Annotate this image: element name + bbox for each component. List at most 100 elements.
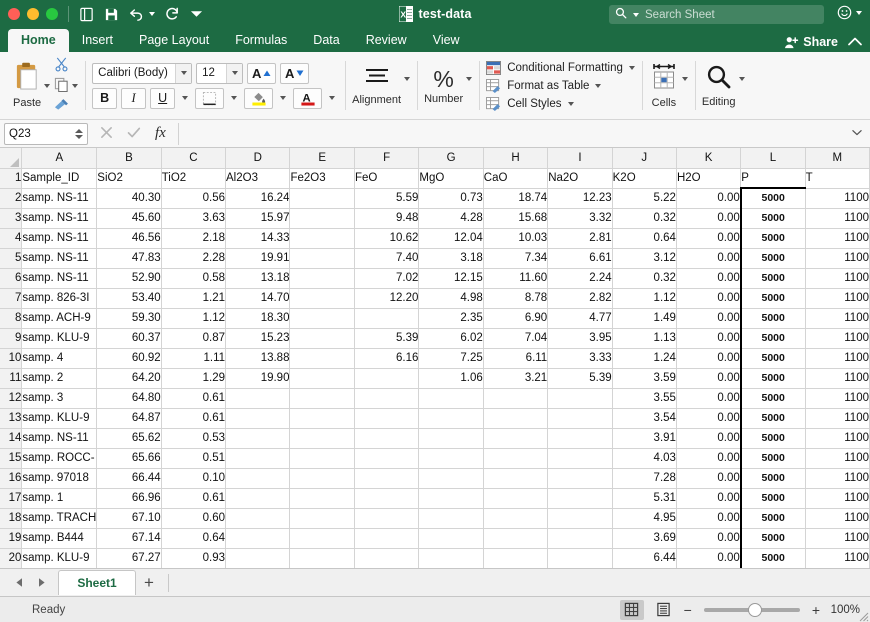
cell-L6[interactable]: 5000 bbox=[739, 268, 806, 289]
sheet-body[interactable]: 1 Sample_ID SiO2 TiO2 Al2O3 Fe2O3 FeO MgO CaO Na2… bbox=[0, 168, 870, 568]
cell-D11[interactable]: 19.90 bbox=[225, 368, 291, 389]
cell-H6[interactable]: 11.60 bbox=[483, 268, 549, 289]
cell-L11[interactable]: 5000 bbox=[739, 368, 806, 389]
cell-D14[interactable] bbox=[225, 428, 291, 449]
cell-M10[interactable]: 1100 bbox=[805, 348, 870, 369]
redo-icon[interactable] bbox=[165, 7, 180, 22]
cell-I17[interactable] bbox=[547, 488, 613, 509]
search-sheet-box[interactable] bbox=[609, 5, 824, 24]
share-button[interactable]: Share bbox=[784, 35, 838, 49]
cell-E17[interactable] bbox=[289, 488, 355, 509]
cell-F11[interactable] bbox=[354, 368, 420, 389]
cell-B4[interactable]: 46.56 bbox=[96, 228, 162, 249]
cell-M2[interactable]: 1100 bbox=[805, 188, 870, 209]
cell-M12[interactable]: 1100 bbox=[805, 388, 870, 409]
cell-H10[interactable]: 6.11 bbox=[483, 348, 549, 369]
zoom-in-button[interactable]: + bbox=[812, 603, 820, 617]
cell-E8[interactable] bbox=[289, 308, 355, 329]
cell-B11[interactable]: 64.20 bbox=[96, 368, 162, 389]
cell-I7[interactable]: 2.82 bbox=[547, 288, 613, 309]
cell-C16[interactable]: 0.10 bbox=[161, 468, 227, 489]
cell-G12[interactable] bbox=[418, 388, 484, 409]
column-header-d[interactable]: D bbox=[225, 148, 291, 169]
cell-H20[interactable] bbox=[483, 548, 549, 568]
cell-M5[interactable]: 1100 bbox=[805, 248, 870, 269]
tab-view[interactable]: View bbox=[420, 29, 473, 52]
cell-J8[interactable]: 1.49 bbox=[612, 308, 677, 329]
cell-K15[interactable]: 0.00 bbox=[676, 448, 742, 469]
cell-A18[interactable]: samp. TRACH bbox=[21, 508, 98, 529]
cell-L3[interactable]: 5000 bbox=[739, 208, 806, 229]
font-size-select[interactable]: 12 bbox=[196, 62, 244, 84]
cell-K2[interactable]: 0.00 bbox=[676, 188, 742, 209]
cell-C13[interactable]: 0.61 bbox=[161, 408, 227, 429]
collapse-ribbon-chevron-up-icon[interactable] bbox=[848, 35, 862, 49]
cell-J9[interactable]: 1.13 bbox=[612, 328, 677, 349]
cell-H18[interactable] bbox=[483, 508, 549, 529]
cell-C17[interactable]: 0.61 bbox=[161, 488, 227, 509]
cell-C1[interactable]: TiO2 bbox=[161, 168, 227, 189]
column-header-g[interactable]: G bbox=[418, 148, 484, 169]
cell-F9[interactable]: 5.39 bbox=[354, 328, 420, 349]
cell-H1[interactable]: CaO bbox=[483, 168, 549, 189]
cell-E4[interactable] bbox=[289, 228, 355, 249]
cell-I11[interactable]: 5.39 bbox=[547, 368, 613, 389]
cell-M18[interactable]: 1100 bbox=[805, 508, 870, 529]
cell-F12[interactable] bbox=[354, 388, 420, 409]
cell-D13[interactable] bbox=[225, 408, 291, 429]
cell-A6[interactable]: samp. NS-11 bbox=[21, 268, 98, 289]
cell-C12[interactable]: 0.61 bbox=[161, 388, 227, 409]
cell-I1[interactable]: Na2O bbox=[547, 168, 613, 189]
cell-M20[interactable]: 1100 bbox=[805, 548, 870, 568]
table-row[interactable]: 1 Sample_ID SiO2 TiO2 Al2O3 Fe2O3 FeO MgO CaO Na2… bbox=[0, 168, 870, 189]
cell-L17[interactable]: 5000 bbox=[739, 488, 806, 509]
cell-B15[interactable]: 65.66 bbox=[96, 448, 162, 469]
cell-C18[interactable]: 0.60 bbox=[161, 508, 227, 529]
cell-K10[interactable]: 0.00 bbox=[676, 348, 742, 369]
cell-A7[interactable]: samp. 826-3I bbox=[21, 288, 98, 309]
cell-G20[interactable] bbox=[418, 548, 484, 568]
cell-M13[interactable]: 1100 bbox=[805, 408, 870, 429]
spreadsheet-grid[interactable]: ABCDEFGHIJKLM 1 Sample_ID SiO2 TiO2 Al2O3 Fe2… bbox=[0, 148, 870, 568]
search-input[interactable] bbox=[643, 7, 818, 22]
cell-M3[interactable]: 1100 bbox=[805, 208, 870, 229]
cell-F14[interactable] bbox=[354, 428, 420, 449]
cell-F6[interactable]: 7.02 bbox=[354, 268, 420, 289]
row-header-3[interactable]: 3 bbox=[0, 208, 23, 229]
cell-M8[interactable]: 1100 bbox=[805, 308, 870, 329]
column-header-f[interactable]: F bbox=[354, 148, 420, 169]
row-header-19[interactable]: 19 bbox=[0, 528, 23, 549]
cell-L14[interactable]: 5000 bbox=[739, 428, 806, 449]
add-sheet-button[interactable]: + bbox=[136, 570, 162, 595]
cell-E18[interactable] bbox=[289, 508, 355, 529]
cell-A9[interactable]: samp. KLU-9 bbox=[21, 328, 98, 349]
cell-M1[interactable]: T bbox=[805, 168, 870, 189]
cell-A3[interactable]: samp. NS-11 bbox=[21, 208, 98, 229]
cell-I20[interactable] bbox=[547, 548, 613, 568]
cell-I9[interactable]: 3.95 bbox=[547, 328, 613, 349]
cell-C19[interactable]: 0.64 bbox=[161, 528, 227, 549]
cell-G9[interactable]: 6.02 bbox=[418, 328, 484, 349]
cell-E6[interactable] bbox=[289, 268, 355, 289]
cell-A10[interactable]: samp. 4 bbox=[21, 348, 98, 369]
cell-J19[interactable]: 3.69 bbox=[612, 528, 677, 549]
cell-J1[interactable]: K2O bbox=[612, 168, 677, 189]
cell-M14[interactable]: 1100 bbox=[805, 428, 870, 449]
cell-B9[interactable]: 60.37 bbox=[96, 328, 162, 349]
cell-D1[interactable]: Al2O3 bbox=[225, 168, 291, 189]
cell-I10[interactable]: 3.33 bbox=[547, 348, 613, 369]
cell-G13[interactable] bbox=[418, 408, 484, 429]
cell-J4[interactable]: 0.64 bbox=[612, 228, 677, 249]
expand-formula-bar-chevron-down-icon[interactable] bbox=[844, 128, 870, 139]
cell-I16[interactable] bbox=[547, 468, 613, 489]
cell-J20[interactable]: 6.44 bbox=[612, 548, 677, 568]
tab-formulas[interactable]: Formulas bbox=[222, 29, 300, 52]
column-header-k[interactable]: K bbox=[676, 148, 742, 169]
close-window-button[interactable] bbox=[8, 8, 20, 20]
cell-E15[interactable] bbox=[289, 448, 355, 469]
cell-F5[interactable]: 7.40 bbox=[354, 248, 420, 269]
sheet-table[interactable]: ABCDEFGHIJKLM 1 Sample_ID SiO2 TiO2 Al2O3 Fe2… bbox=[0, 148, 870, 568]
cell-C6[interactable]: 0.58 bbox=[161, 268, 227, 289]
cell-E10[interactable] bbox=[289, 348, 355, 369]
maximize-window-button[interactable] bbox=[46, 8, 58, 20]
